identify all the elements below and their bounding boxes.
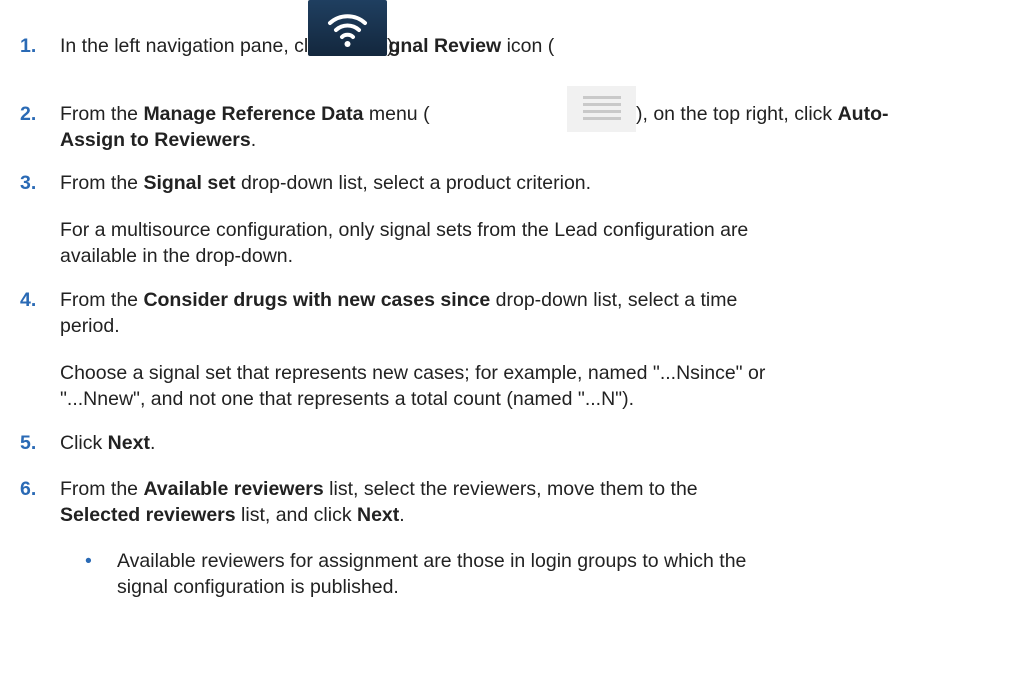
step-4-note-line2: "...Nnew", and not one that represents a… bbox=[60, 388, 634, 410]
step-6-sub-line2: signal configuration is published. bbox=[117, 576, 399, 598]
step-1-close: ). bbox=[387, 35, 399, 57]
step-6-text: From the Available reviewers list, selec… bbox=[60, 478, 698, 500]
step-3-note-line1: For a multisource configuration, only si… bbox=[60, 219, 749, 241]
manage-reference-data-menu-button[interactable] bbox=[567, 86, 636, 132]
step-1-number: 1. bbox=[20, 35, 37, 57]
step-6-sub-line1: Available reviewers for assignment are t… bbox=[117, 550, 747, 572]
step-2-number: 2. bbox=[20, 103, 37, 125]
wifi-icon bbox=[328, 14, 367, 47]
step-4-note-line1: Choose a signal set that represents new … bbox=[60, 362, 766, 384]
step-3-text: From the Signal set drop-down list, sele… bbox=[60, 172, 592, 194]
step-3-number: 3. bbox=[20, 172, 37, 194]
signal-review-icon-button[interactable] bbox=[308, 0, 387, 56]
step-4-text-line2: period. bbox=[60, 315, 120, 337]
step-6-text-line2: Selected reviewers list, and click Next. bbox=[60, 504, 405, 526]
step-3-note-line2: available in the drop-down. bbox=[60, 245, 294, 267]
step-4-number: 4. bbox=[20, 289, 37, 311]
step-5-text: Click Next. bbox=[60, 432, 156, 454]
step-4-text: From the Consider drugs with new cases s… bbox=[60, 289, 738, 311]
step-2-text-cont: ), on the top right, click Auto- bbox=[636, 103, 889, 125]
step-2-text: From the Manage Reference Data menu ( bbox=[60, 103, 430, 125]
step-6-number: 6. bbox=[20, 478, 37, 500]
step-2-text-line2: Assign to Reviewers. bbox=[60, 129, 257, 151]
step-6-bullet: • bbox=[85, 550, 92, 572]
step-5-number: 5. bbox=[20, 432, 37, 454]
